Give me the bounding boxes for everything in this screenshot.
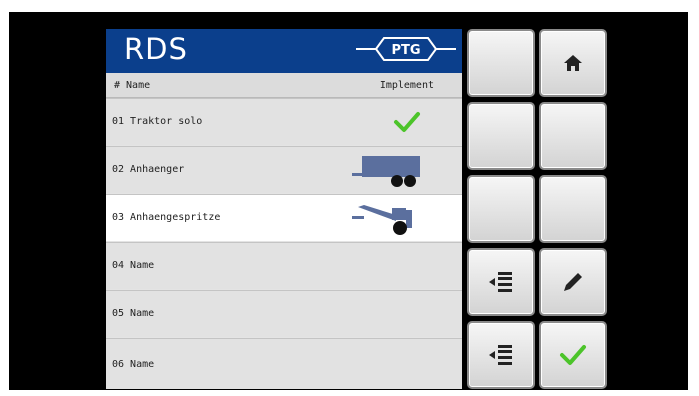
softkey-empty-4[interactable]: [467, 175, 535, 243]
insert-row-button-2[interactable]: [467, 321, 535, 389]
softkey-empty-5[interactable]: [539, 175, 607, 243]
softkey-empty-2[interactable]: [467, 102, 535, 170]
table-row[interactable]: 06 Name: [106, 338, 462, 389]
app-title: RDS: [124, 32, 188, 66]
col-name-header: # Name: [114, 80, 151, 91]
insert-row-icon: [489, 345, 512, 365]
insert-row-button[interactable]: [467, 248, 535, 316]
implement-list-panel: RDS PTG # Name Implement 01 Traktor solo…: [106, 29, 462, 389]
table-row[interactable]: 02 Anhaenger: [106, 146, 462, 193]
softkey-empty-3[interactable]: [539, 102, 607, 170]
table-row[interactable]: 05 Name: [106, 290, 462, 337]
row-label: 03 Anhaengespritze: [112, 212, 221, 223]
row-label: 06 Name: [112, 359, 155, 370]
column-header: # Name Implement: [106, 73, 462, 98]
edit-button[interactable]: [539, 248, 607, 316]
confirm-button[interactable]: [539, 321, 607, 389]
row-label: 04 Name: [112, 260, 155, 271]
table-row[interactable]: 04 Name: [106, 242, 462, 289]
insert-row-icon: [489, 272, 512, 292]
check-icon: [560, 345, 586, 365]
trailer-icon: [352, 156, 420, 187]
ptg-logo: PTG: [356, 37, 456, 61]
sprayer-trailer-icon: [352, 205, 412, 235]
title-bar: RDS PTG: [106, 29, 462, 73]
brand-text: PTG: [391, 43, 420, 58]
col-implement-header: Implement: [379, 80, 434, 91]
check-icon: [394, 112, 420, 132]
table-row[interactable]: 03 Anhaengespritze: [106, 194, 462, 241]
home-button[interactable]: [539, 29, 607, 97]
row-label: 05 Name: [112, 308, 155, 319]
table-row[interactable]: 01 Traktor solo: [106, 98, 462, 145]
row-label: 02 Anhaenger: [112, 164, 185, 175]
home-icon: [564, 55, 582, 71]
row-label: 01 Traktor solo: [112, 116, 203, 127]
pencil-icon: [564, 273, 582, 291]
softkey-empty-1[interactable]: [467, 29, 535, 97]
